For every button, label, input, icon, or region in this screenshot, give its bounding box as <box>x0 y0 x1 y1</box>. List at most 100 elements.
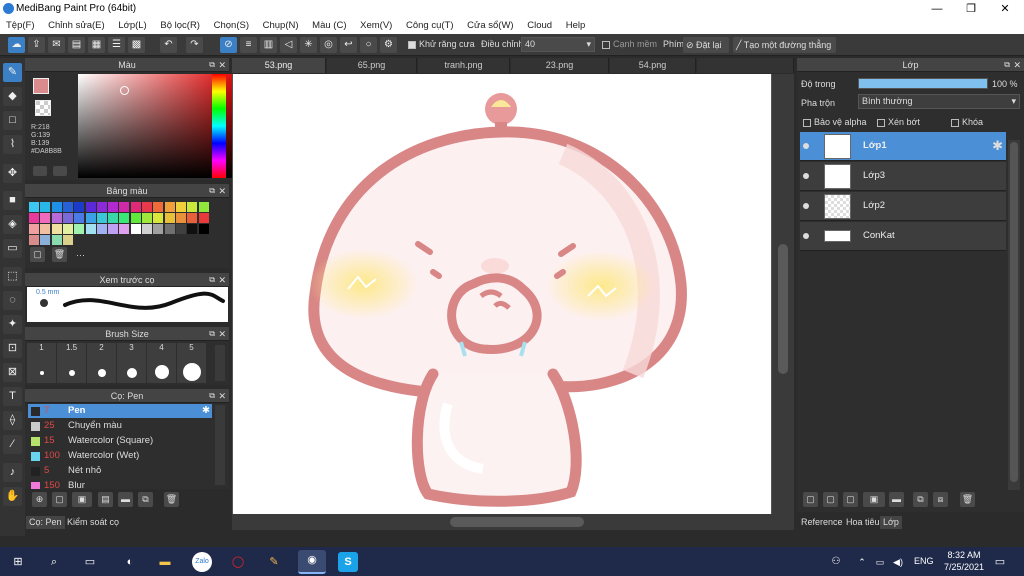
bucket-tool-icon[interactable]: ◈ <box>3 215 22 234</box>
palette-swatch[interactable] <box>51 202 62 212</box>
brush-size-5[interactable]: 5 <box>177 343 206 383</box>
layer-scroll-thumb[interactable] <box>1010 142 1018 482</box>
palette-swatch[interactable] <box>62 213 73 223</box>
layer-folder-icon[interactable]: ▬ <box>889 492 904 507</box>
palette-swatch[interactable] <box>29 202 39 212</box>
brush-delete-icon[interactable]: 🗑 <box>164 492 179 507</box>
menu-color[interactable]: Màu (C) <box>312 18 346 31</box>
brush-tool-icon[interactable]: ✎ <box>3 63 22 82</box>
notification-icon[interactable]: ▭ <box>990 552 1010 572</box>
gear-icon[interactable]: ✱ <box>202 404 210 418</box>
palette-swatch[interactable] <box>164 202 175 212</box>
brush-list-scrollbar[interactable] <box>215 405 225 485</box>
reset-button[interactable]: ⊘ Đặt lại <box>683 37 729 53</box>
brush-copy-icon[interactable]: ▤ <box>98 492 113 507</box>
snap-curve-icon[interactable]: ↩ <box>340 37 357 53</box>
menu-layer[interactable]: Lớp(L) <box>118 18 146 31</box>
move-tool-icon[interactable]: ✥ <box>3 164 22 183</box>
popout-icon[interactable]: ⧉ <box>209 389 215 403</box>
eye-icon[interactable] <box>803 233 809 239</box>
doc-tab[interactable]: 65.png <box>327 58 417 73</box>
tab-reference[interactable]: Reference <box>798 516 846 529</box>
adjust-dropdown[interactable]: 40 ▾ <box>521 37 595 52</box>
document-icon[interactable]: ▤ <box>68 37 85 53</box>
layer-row[interactable]: Lớp1 ✱ <box>800 132 1006 161</box>
palette-swatch[interactable] <box>74 213 85 223</box>
zalo-icon[interactable]: Zalo <box>192 552 212 572</box>
brush-item[interactable]: 7 Pen ✱ <box>28 404 212 418</box>
popout-icon[interactable]: ⧉ <box>1004 58 1010 72</box>
palette-swatch[interactable] <box>51 235 62 245</box>
tray-chevron-icon[interactable]: ⌃ <box>852 552 872 572</box>
picker-cursor[interactable] <box>120 86 129 95</box>
menu-view[interactable]: Xem(V) <box>360 18 392 31</box>
palette-swatch[interactable] <box>130 213 141 223</box>
primary-color-swatch[interactable] <box>33 78 49 94</box>
popout-icon[interactable]: ⧉ <box>209 58 215 72</box>
dot-tool-icon[interactable]: □ <box>3 111 22 130</box>
palette-swatch[interactable] <box>142 224 152 234</box>
close-icon[interactable]: ✕ <box>1013 58 1021 72</box>
eyedropper-tool-icon[interactable]: ⁄ <box>3 435 22 454</box>
transparent-color-swatch[interactable] <box>35 100 51 116</box>
protect-alpha-checkbox-icon[interactable] <box>803 118 811 127</box>
brush-item[interactable]: 5 Nét nhỏ <box>28 464 212 478</box>
skype-icon[interactable]: S <box>338 552 358 572</box>
print-icon[interactable]: ▦ <box>88 37 105 53</box>
palette-swatch[interactable] <box>40 224 51 234</box>
task-view-icon[interactable]: ▭ <box>80 552 100 572</box>
palette-swatch[interactable] <box>85 202 96 212</box>
menu-help[interactable]: Help <box>566 18 586 31</box>
fill-rect-tool-icon[interactable]: ■ <box>3 191 22 210</box>
undo-icon[interactable]: ↶ <box>160 37 177 53</box>
palette-swatch[interactable] <box>51 224 62 234</box>
close-icon[interactable]: ✕ <box>218 184 226 198</box>
lasso-tool-icon[interactable]: ◌ <box>3 291 22 310</box>
popout-icon[interactable]: ⧉ <box>209 327 215 341</box>
palette-swatch[interactable] <box>153 202 164 212</box>
brush-duplicate-icon[interactable]: ⧉ <box>138 492 153 507</box>
palette-swatch[interactable] <box>85 213 96 223</box>
opacity-slider[interactable] <box>858 78 988 89</box>
palette-swatch[interactable] <box>29 235 39 245</box>
clipping-option[interactable]: Xén bớt <box>877 117 920 127</box>
layer-row[interactable]: Lớp3 <box>800 162 1006 191</box>
medibang-taskbar-icon[interactable]: ◉ <box>298 550 326 574</box>
new-layer-icon[interactable]: ▢ <box>803 492 818 507</box>
redo-icon[interactable]: ↷ <box>186 37 203 53</box>
palette-swatch[interactable] <box>187 224 198 234</box>
antialias-checkbox-icon[interactable] <box>408 40 416 49</box>
palette-swatch[interactable] <box>40 235 51 245</box>
menu-tools[interactable]: Công cụ(T) <box>406 18 454 31</box>
pen-tool-icon[interactable]: ⌇ <box>3 135 22 154</box>
palette-swatch[interactable] <box>175 213 186 223</box>
palette-swatch[interactable] <box>40 213 51 223</box>
menu-edit[interactable]: Chỉnh sửa(E) <box>48 18 105 31</box>
layer-row[interactable]: Lớp2 <box>800 192 1006 221</box>
merge-layer-icon[interactable]: ⧈ <box>933 492 948 507</box>
maximize-button[interactable]: ❐ <box>954 0 988 18</box>
snap-off-icon[interactable]: ⊘ <box>220 37 237 53</box>
doc-tab[interactable]: 53.png <box>232 58 326 73</box>
menu-file[interactable]: Tệp(F) <box>6 18 35 31</box>
menu-capture[interactable]: Chụp(N) <box>263 18 299 31</box>
windows-start-icon[interactable]: ⊞ <box>8 552 28 572</box>
doc-tab[interactable]: 23.png <box>511 58 609 73</box>
new-layer-alt-icon[interactable]: ▢ <box>823 492 838 507</box>
palette-swatch[interactable] <box>29 224 39 234</box>
tab-brush-pen[interactable]: Cọ: Pen <box>26 516 65 529</box>
eraser-tool-icon[interactable]: ◆ <box>3 87 22 106</box>
palette-new-icon[interactable]: ▢ <box>30 247 45 262</box>
palette-swatch[interactable] <box>175 224 186 234</box>
snap-cross-icon[interactable]: ▥ <box>260 37 277 53</box>
clock-date[interactable]: 7/25/2021 <box>940 562 988 572</box>
paint-app-icon[interactable]: ✎ <box>264 552 284 572</box>
close-icon[interactable]: ✕ <box>218 273 226 287</box>
blend-dropdown[interactable]: Bình thường ▾ <box>858 94 1020 109</box>
dropper-tool-icon[interactable]: ♪ <box>3 463 22 482</box>
palette-swatch[interactable] <box>119 202 130 212</box>
text-tool-icon[interactable]: T <box>3 387 22 406</box>
palette-swatch[interactable] <box>198 224 209 234</box>
antialias-option[interactable]: Khử răng cưa <box>408 39 475 49</box>
snap-ellipse-icon[interactable]: ○ <box>360 37 377 53</box>
